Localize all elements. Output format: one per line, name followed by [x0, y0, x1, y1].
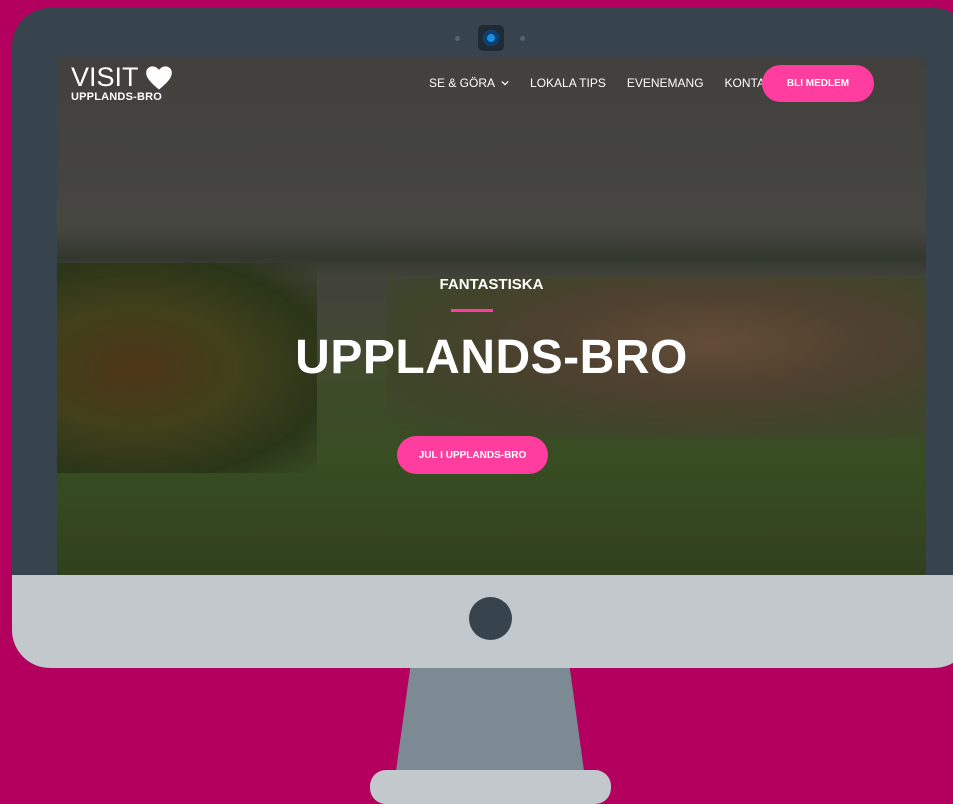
- hero-background-image: [57, 58, 926, 575]
- nav-item-lokala-tips[interactable]: LOKALA TIPS: [530, 76, 606, 90]
- chevron-down-icon: [501, 80, 509, 86]
- main-navigation: SE & GÖRA LOKALA TIPS EVENEMANG KONTAKT: [429, 76, 801, 90]
- nav-item-label: SE & GÖRA: [429, 76, 496, 90]
- site-logo[interactable]: VISIT UPPLANDS-BRO: [71, 64, 173, 104]
- sensor-dot: [455, 36, 460, 41]
- logo-place-text: UPPLANDS-BRO: [71, 91, 163, 103]
- power-button-icon: [469, 597, 512, 640]
- hero-divider: [451, 309, 493, 312]
- monitor-base: [370, 770, 611, 804]
- nav-item-se-gora[interactable]: SE & GÖRA: [429, 76, 509, 90]
- hero-title: UPPLANDS-BRO: [295, 331, 688, 384]
- webcam-icon: [478, 25, 504, 51]
- monitor-stand: [395, 668, 585, 778]
- nav-item-label: EVENEMANG: [626, 76, 704, 90]
- sensor-dot: [520, 36, 525, 41]
- christmas-button[interactable]: JUL I UPPLANDS-BRO: [397, 436, 548, 474]
- heart-icon: [146, 66, 172, 90]
- hero-kicker: FANTASTISKA: [439, 276, 544, 293]
- website-screen: VISIT UPPLANDS-BRO SE & GÖRA LOKALA TIPS…: [57, 58, 926, 575]
- logo-visit-text: VISIT: [71, 62, 139, 92]
- nav-item-label: LOKALA TIPS: [530, 76, 606, 90]
- nav-item-evenemang[interactable]: EVENEMANG: [627, 76, 704, 90]
- become-member-button[interactable]: BLI MEDLEM: [762, 65, 874, 102]
